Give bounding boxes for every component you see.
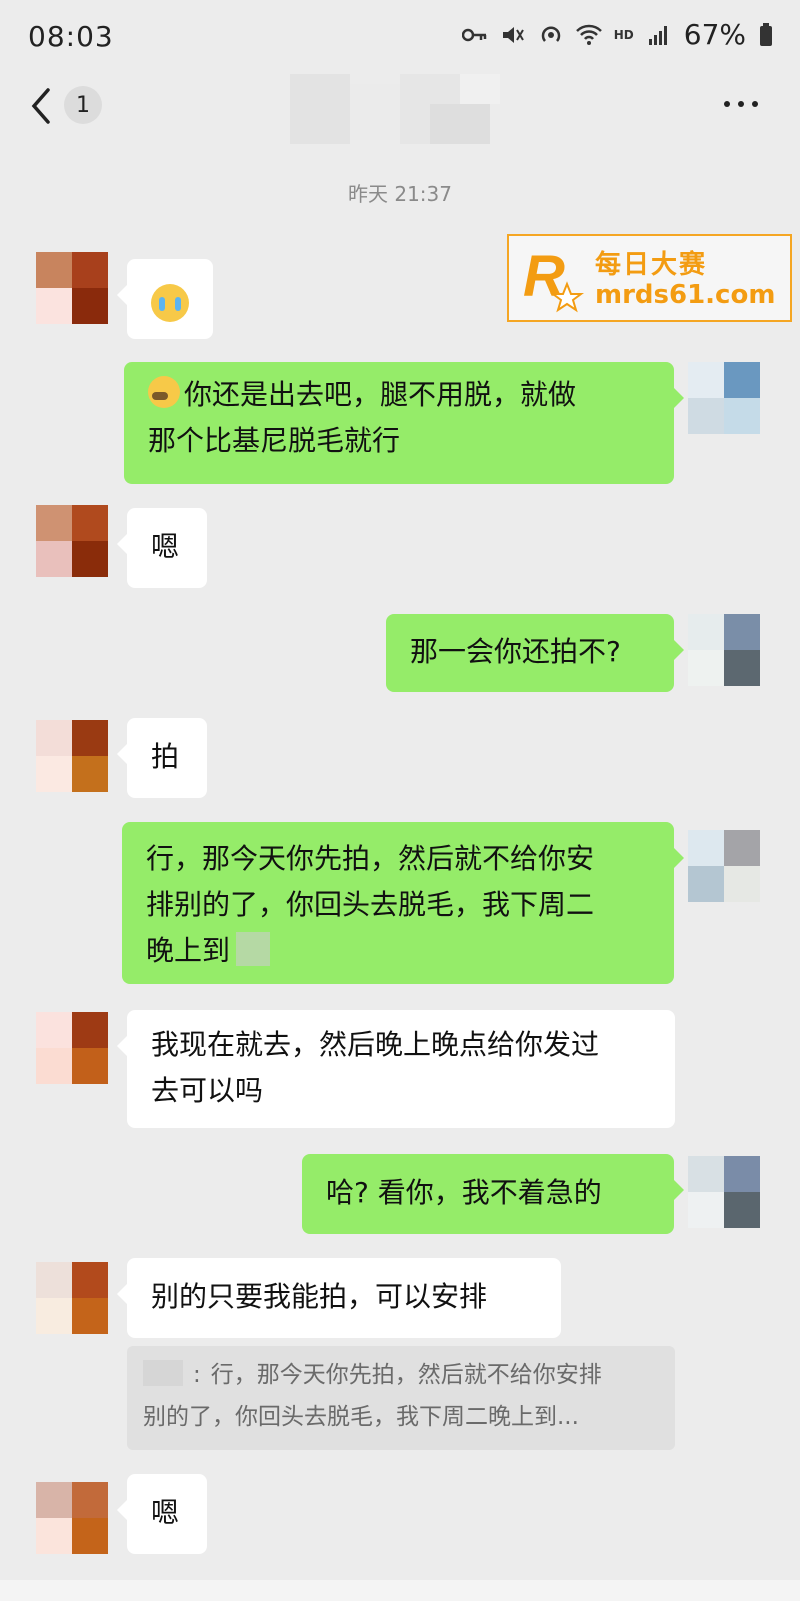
message-bubble-incoming[interactable]: 嗯 bbox=[117, 508, 207, 588]
watermark-logo: R 每日大赛 mrds61.com bbox=[507, 234, 792, 322]
contact-avatar[interactable] bbox=[36, 720, 108, 792]
contact-avatar[interactable] bbox=[36, 1262, 108, 1334]
chat-title-blurred bbox=[290, 74, 510, 144]
wifi-icon bbox=[575, 23, 602, 47]
message-bubble-incoming[interactable]: 别的只要我能拍，可以安排 bbox=[117, 1258, 561, 1338]
battery-level: 67% bbox=[683, 18, 746, 51]
chat-screen: 08:03 HD 67% 1 昨天 21:37 R 每日大赛 mrds61.co… bbox=[0, 0, 800, 1601]
contact-avatar[interactable] bbox=[36, 1482, 108, 1554]
my-avatar[interactable] bbox=[688, 614, 760, 686]
key-icon bbox=[461, 23, 488, 47]
brand-logo-icon: R bbox=[523, 244, 584, 313]
message-bubble-incoming[interactable]: 嗯 bbox=[117, 1474, 207, 1554]
message-text: 哈? 看你，我不着急的 bbox=[326, 1176, 602, 1209]
quoted-message[interactable]: : 行，那今天你先拍，然后就不给你安排 别的了，你回头去脱毛，我下周二晚上到... bbox=[127, 1346, 675, 1450]
message-text: 那个比基尼脱毛就行 bbox=[148, 424, 401, 457]
message-text: 别的只要我能拍，可以安排 bbox=[151, 1280, 488, 1313]
nav-bar: 1 bbox=[0, 72, 800, 152]
message-bubble-incoming[interactable] bbox=[117, 259, 213, 339]
contact-avatar[interactable] bbox=[36, 1012, 108, 1084]
message-timestamp: 昨天 21:37 bbox=[348, 182, 452, 206]
message-bubble-outgoing[interactable]: 你还是出去吧，腿不用脱，就做 那个比基尼脱毛就行 bbox=[124, 362, 684, 484]
emoji-icon bbox=[148, 376, 180, 408]
battery-icon bbox=[758, 22, 774, 47]
message-bubble-incoming[interactable]: 拍 bbox=[117, 718, 207, 798]
quote-separator: : bbox=[193, 1362, 201, 1388]
my-avatar[interactable] bbox=[688, 362, 760, 434]
message-text: 你还是出去吧，腿不用脱，就做 bbox=[184, 378, 577, 411]
input-bar bbox=[0, 1580, 800, 1601]
message-text: 去可以吗 bbox=[151, 1074, 264, 1107]
message-text: 拍 bbox=[151, 740, 180, 773]
redacted-block bbox=[236, 932, 271, 966]
watermark-brand: 每日大赛 bbox=[595, 250, 708, 280]
mute-icon bbox=[500, 23, 526, 47]
contact-avatar[interactable] bbox=[36, 252, 108, 324]
message-text: 行，那今天你先拍，然后就不给你安 bbox=[146, 842, 595, 875]
message-bubble-outgoing[interactable]: 那一会你还拍不? bbox=[386, 614, 684, 692]
contact-avatar[interactable] bbox=[36, 505, 108, 577]
status-time: 08:03 bbox=[28, 20, 114, 53]
status-icons: HD 67% bbox=[461, 18, 774, 51]
back-icon[interactable] bbox=[26, 86, 62, 126]
quoted-sender-redacted bbox=[143, 1360, 183, 1386]
quote-text: 行，那今天你先拍，然后就不给你安排 bbox=[210, 1362, 602, 1388]
my-avatar[interactable] bbox=[688, 1156, 760, 1228]
message-text: 嗯 bbox=[151, 1496, 180, 1529]
message-text: 那一会你还拍不? bbox=[410, 635, 621, 668]
message-text: 嗯 bbox=[151, 530, 180, 563]
message-text: 我现在就去，然后晚上晚点给你发过 bbox=[151, 1028, 600, 1061]
signal-icon bbox=[646, 23, 672, 47]
more-icon[interactable] bbox=[724, 94, 764, 114]
message-bubble-incoming[interactable]: 我现在就去，然后晚上晚点给你发过 去可以吗 bbox=[117, 1010, 675, 1128]
unread-badge[interactable]: 1 bbox=[64, 86, 102, 124]
message-bubble-outgoing[interactable]: 哈? 看你，我不着急的 bbox=[302, 1154, 684, 1234]
message-bubble-outgoing[interactable]: 行，那今天你先拍，然后就不给你安 排别的了，你回头去脱毛，我下周二 晚上到 bbox=[122, 822, 684, 984]
network-type: HD bbox=[613, 27, 634, 42]
quote-text: 别的了，你回头去脱毛，我下周二晚上到... bbox=[143, 1404, 579, 1430]
message-text: 排别的了，你回头去脱毛，我下周二 bbox=[146, 888, 595, 921]
status-bar: 08:03 HD 67% bbox=[0, 0, 800, 72]
my-avatar[interactable] bbox=[688, 830, 760, 902]
watermark-url: mrds61.com bbox=[595, 280, 776, 310]
loudly-crying-face-icon bbox=[151, 284, 189, 322]
hotspot-icon bbox=[538, 23, 564, 47]
message-text: 晚上到 bbox=[146, 934, 231, 967]
